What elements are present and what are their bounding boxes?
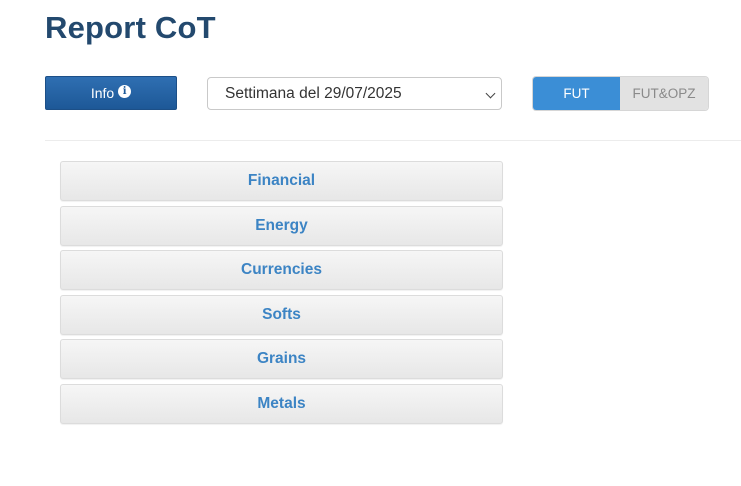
toggle-fut-opz-button[interactable]: FUT&OPZ xyxy=(620,77,708,110)
category-list: Financial Energy Currencies Softs Grains… xyxy=(60,161,503,428)
category-financial[interactable]: Financial xyxy=(60,161,503,201)
toggle-fut-button[interactable]: FUT xyxy=(533,77,620,110)
info-button-label: Info xyxy=(90,85,115,101)
chevron-down-icon xyxy=(485,88,496,99)
category-softs[interactable]: Softs xyxy=(60,294,503,335)
category-currencies[interactable]: Currencies xyxy=(60,250,503,290)
page-title: Report CoT xyxy=(45,10,216,45)
info-circle-icon: i xyxy=(118,84,132,98)
info-button[interactable]: Info i xyxy=(45,76,177,110)
week-select[interactable]: Settimana del 29/07/2025 xyxy=(207,77,502,110)
category-energy[interactable]: Energy xyxy=(60,205,503,246)
divider xyxy=(45,140,741,141)
page: Report CoT Info i Settimana del 29/07/20… xyxy=(0,0,741,486)
week-select-value: Settimana del 29/07/2025 xyxy=(225,84,402,102)
category-grains[interactable]: Grains xyxy=(60,339,503,379)
category-metals[interactable]: Metals xyxy=(60,383,503,424)
mode-toggle: FUT FUT&OPZ xyxy=(533,77,708,110)
